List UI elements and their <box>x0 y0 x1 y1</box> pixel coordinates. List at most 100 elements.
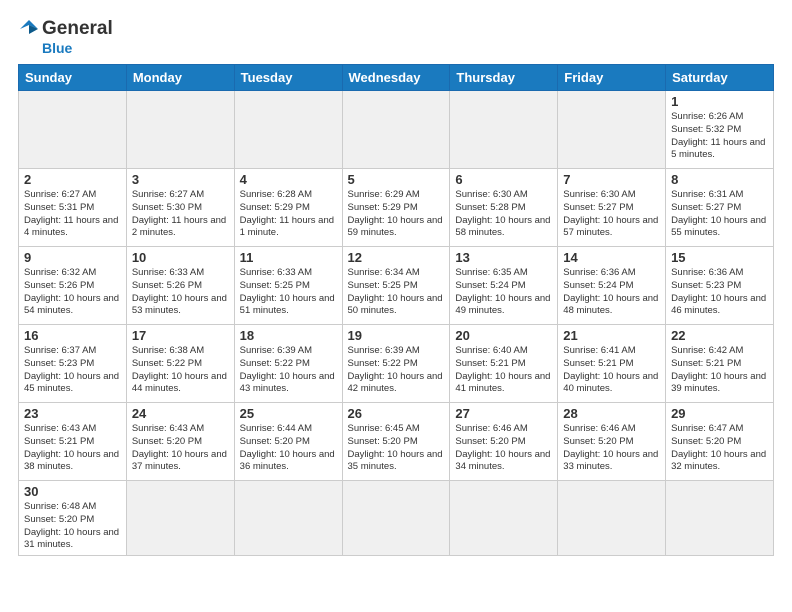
calendar-day-cell: 15 Sunrise: 6:36 AM Sunset: 5:23 PM Dayli… <box>666 247 774 325</box>
day-number: 5 <box>348 172 445 187</box>
calendar-day-cell: 11 Sunrise: 6:33 AM Sunset: 5:25 PM Dayli… <box>234 247 342 325</box>
calendar-day-cell: 13 Sunrise: 6:35 AM Sunset: 5:24 PM Dayli… <box>450 247 558 325</box>
calendar-day-cell: 27 Sunrise: 6:46 AM Sunset: 5:20 PM Dayli… <box>450 403 558 481</box>
day-number: 22 <box>671 328 768 343</box>
day-info: Sunrise: 6:40 AM Sunset: 5:21 PM Dayligh… <box>455 345 552 396</box>
day-info: Sunrise: 6:28 AM Sunset: 5:29 PM Dayligh… <box>240 189 337 240</box>
day-header-tuesday: Tuesday <box>234 65 342 91</box>
calendar-day-cell <box>126 91 234 169</box>
calendar-day-cell: 30Sunrise: 6:48 AM Sunset: 5:20 PM Dayli… <box>19 481 127 556</box>
day-number: 24 <box>132 406 229 421</box>
calendar-day-cell: 3Sunrise: 6:27 AM Sunset: 5:30 PM Daylig… <box>126 169 234 247</box>
day-info: Sunrise: 6:39 AM Sunset: 5:22 PM Dayligh… <box>240 345 337 396</box>
calendar-day-cell: 26Sunrise: 6:45 AM Sunset: 5:20 PM Dayli… <box>342 403 450 481</box>
calendar-day-cell: 21 Sunrise: 6:41 AM Sunset: 5:21 PM Dayli… <box>558 325 666 403</box>
calendar-day-cell: 4 Sunrise: 6:28 AM Sunset: 5:29 PM Daylig… <box>234 169 342 247</box>
calendar-day-cell <box>558 91 666 169</box>
calendar-day-cell: 9 Sunrise: 6:32 AM Sunset: 5:26 PM Daylig… <box>19 247 127 325</box>
calendar-day-cell <box>342 481 450 556</box>
day-info: Sunrise: 6:41 AM Sunset: 5:21 PM Dayligh… <box>563 345 660 396</box>
calendar-day-cell <box>666 481 774 556</box>
day-info: Sunrise: 6:35 AM Sunset: 5:24 PM Dayligh… <box>455 267 552 318</box>
day-header-saturday: Saturday <box>666 65 774 91</box>
calendar-day-cell <box>450 481 558 556</box>
day-info: Sunrise: 6:29 AM Sunset: 5:29 PM Dayligh… <box>348 189 445 240</box>
day-info: Sunrise: 6:45 AM Sunset: 5:20 PM Dayligh… <box>348 423 445 474</box>
day-info: Sunrise: 6:48 AM Sunset: 5:20 PM Dayligh… <box>24 501 121 552</box>
day-header-monday: Monday <box>126 65 234 91</box>
calendar-day-cell: 24 Sunrise: 6:43 AM Sunset: 5:20 PM Dayli… <box>126 403 234 481</box>
day-info: Sunrise: 6:27 AM Sunset: 5:31 PM Dayligh… <box>24 189 121 240</box>
day-number: 21 <box>563 328 660 343</box>
day-number: 23 <box>24 406 121 421</box>
calendar-week-row: 9 Sunrise: 6:32 AM Sunset: 5:26 PM Daylig… <box>19 247 774 325</box>
day-info: Sunrise: 6:44 AM Sunset: 5:20 PM Dayligh… <box>240 423 337 474</box>
day-info: Sunrise: 6:30 AM Sunset: 5:27 PM Dayligh… <box>563 189 660 240</box>
calendar-week-row: 30Sunrise: 6:48 AM Sunset: 5:20 PM Dayli… <box>19 481 774 556</box>
day-number: 12 <box>348 250 445 265</box>
calendar-day-cell <box>558 481 666 556</box>
calendar-day-cell <box>450 91 558 169</box>
day-info: Sunrise: 6:43 AM Sunset: 5:21 PM Dayligh… <box>24 423 121 474</box>
day-number: 4 <box>240 172 337 187</box>
calendar-day-cell <box>342 91 450 169</box>
calendar-day-cell: 14Sunrise: 6:36 AM Sunset: 5:24 PM Dayli… <box>558 247 666 325</box>
logo-general-text: General <box>42 18 113 40</box>
calendar-day-cell: 29Sunrise: 6:47 AM Sunset: 5:20 PM Dayli… <box>666 403 774 481</box>
day-info: Sunrise: 6:32 AM Sunset: 5:26 PM Dayligh… <box>24 267 121 318</box>
day-info: Sunrise: 6:27 AM Sunset: 5:30 PM Dayligh… <box>132 189 229 240</box>
calendar-day-cell: 8 Sunrise: 6:31 AM Sunset: 5:27 PM Daylig… <box>666 169 774 247</box>
day-number: 15 <box>671 250 768 265</box>
logo-svg-icon <box>18 18 40 40</box>
day-number: 9 <box>24 250 121 265</box>
logo-container: General Blue <box>18 18 113 56</box>
calendar-day-cell: 10 Sunrise: 6:33 AM Sunset: 5:26 PM Dayli… <box>126 247 234 325</box>
logo-blue-text: Blue <box>42 40 72 56</box>
day-number: 20 <box>455 328 552 343</box>
day-number: 8 <box>671 172 768 187</box>
day-number: 10 <box>132 250 229 265</box>
day-number: 13 <box>455 250 552 265</box>
calendar-day-cell: 2 Sunrise: 6:27 AM Sunset: 5:31 PM Daylig… <box>19 169 127 247</box>
calendar-header-row: SundayMondayTuesdayWednesdayThursdayFrid… <box>19 65 774 91</box>
day-number: 2 <box>24 172 121 187</box>
calendar-day-cell: 28 Sunrise: 6:46 AM Sunset: 5:20 PM Dayli… <box>558 403 666 481</box>
day-info: Sunrise: 6:26 AM Sunset: 5:32 PM Dayligh… <box>671 111 768 162</box>
day-number: 17 <box>132 328 229 343</box>
day-number: 11 <box>240 250 337 265</box>
calendar-day-cell: 22 Sunrise: 6:42 AM Sunset: 5:21 PM Dayli… <box>666 325 774 403</box>
logo: General Blue <box>18 18 113 56</box>
day-info: Sunrise: 6:42 AM Sunset: 5:21 PM Dayligh… <box>671 345 768 396</box>
calendar-week-row: 1 Sunrise: 6:26 AM Sunset: 5:32 PM Daylig… <box>19 91 774 169</box>
calendar-day-cell <box>126 481 234 556</box>
day-header-friday: Friday <box>558 65 666 91</box>
calendar-day-cell: 25Sunrise: 6:44 AM Sunset: 5:20 PM Dayli… <box>234 403 342 481</box>
calendar-day-cell: 16 Sunrise: 6:37 AM Sunset: 5:23 PM Dayli… <box>19 325 127 403</box>
calendar-week-row: 16 Sunrise: 6:37 AM Sunset: 5:23 PM Dayli… <box>19 325 774 403</box>
day-number: 27 <box>455 406 552 421</box>
calendar-day-cell: 17 Sunrise: 6:38 AM Sunset: 5:22 PM Dayli… <box>126 325 234 403</box>
day-info: Sunrise: 6:34 AM Sunset: 5:25 PM Dayligh… <box>348 267 445 318</box>
header: General Blue <box>18 18 774 56</box>
day-info: Sunrise: 6:31 AM Sunset: 5:27 PM Dayligh… <box>671 189 768 240</box>
day-number: 6 <box>455 172 552 187</box>
day-info: Sunrise: 6:36 AM Sunset: 5:23 PM Dayligh… <box>671 267 768 318</box>
calendar-day-cell: 19Sunrise: 6:39 AM Sunset: 5:22 PM Dayli… <box>342 325 450 403</box>
day-header-wednesday: Wednesday <box>342 65 450 91</box>
day-number: 1 <box>671 94 768 109</box>
day-info: Sunrise: 6:33 AM Sunset: 5:26 PM Dayligh… <box>132 267 229 318</box>
calendar-day-cell: 18Sunrise: 6:39 AM Sunset: 5:22 PM Dayli… <box>234 325 342 403</box>
day-info: Sunrise: 6:39 AM Sunset: 5:22 PM Dayligh… <box>348 345 445 396</box>
day-info: Sunrise: 6:38 AM Sunset: 5:22 PM Dayligh… <box>132 345 229 396</box>
day-number: 16 <box>24 328 121 343</box>
calendar-day-cell: 12 Sunrise: 6:34 AM Sunset: 5:25 PM Dayli… <box>342 247 450 325</box>
calendar-day-cell: 7Sunrise: 6:30 AM Sunset: 5:27 PM Daylig… <box>558 169 666 247</box>
day-info: Sunrise: 6:46 AM Sunset: 5:20 PM Dayligh… <box>563 423 660 474</box>
day-info: Sunrise: 6:43 AM Sunset: 5:20 PM Dayligh… <box>132 423 229 474</box>
day-info: Sunrise: 6:47 AM Sunset: 5:20 PM Dayligh… <box>671 423 768 474</box>
day-info: Sunrise: 6:37 AM Sunset: 5:23 PM Dayligh… <box>24 345 121 396</box>
day-info: Sunrise: 6:33 AM Sunset: 5:25 PM Dayligh… <box>240 267 337 318</box>
day-number: 28 <box>563 406 660 421</box>
day-info: Sunrise: 6:46 AM Sunset: 5:20 PM Dayligh… <box>455 423 552 474</box>
page: General Blue SundayMondayTuesdayWednesda… <box>0 0 792 612</box>
